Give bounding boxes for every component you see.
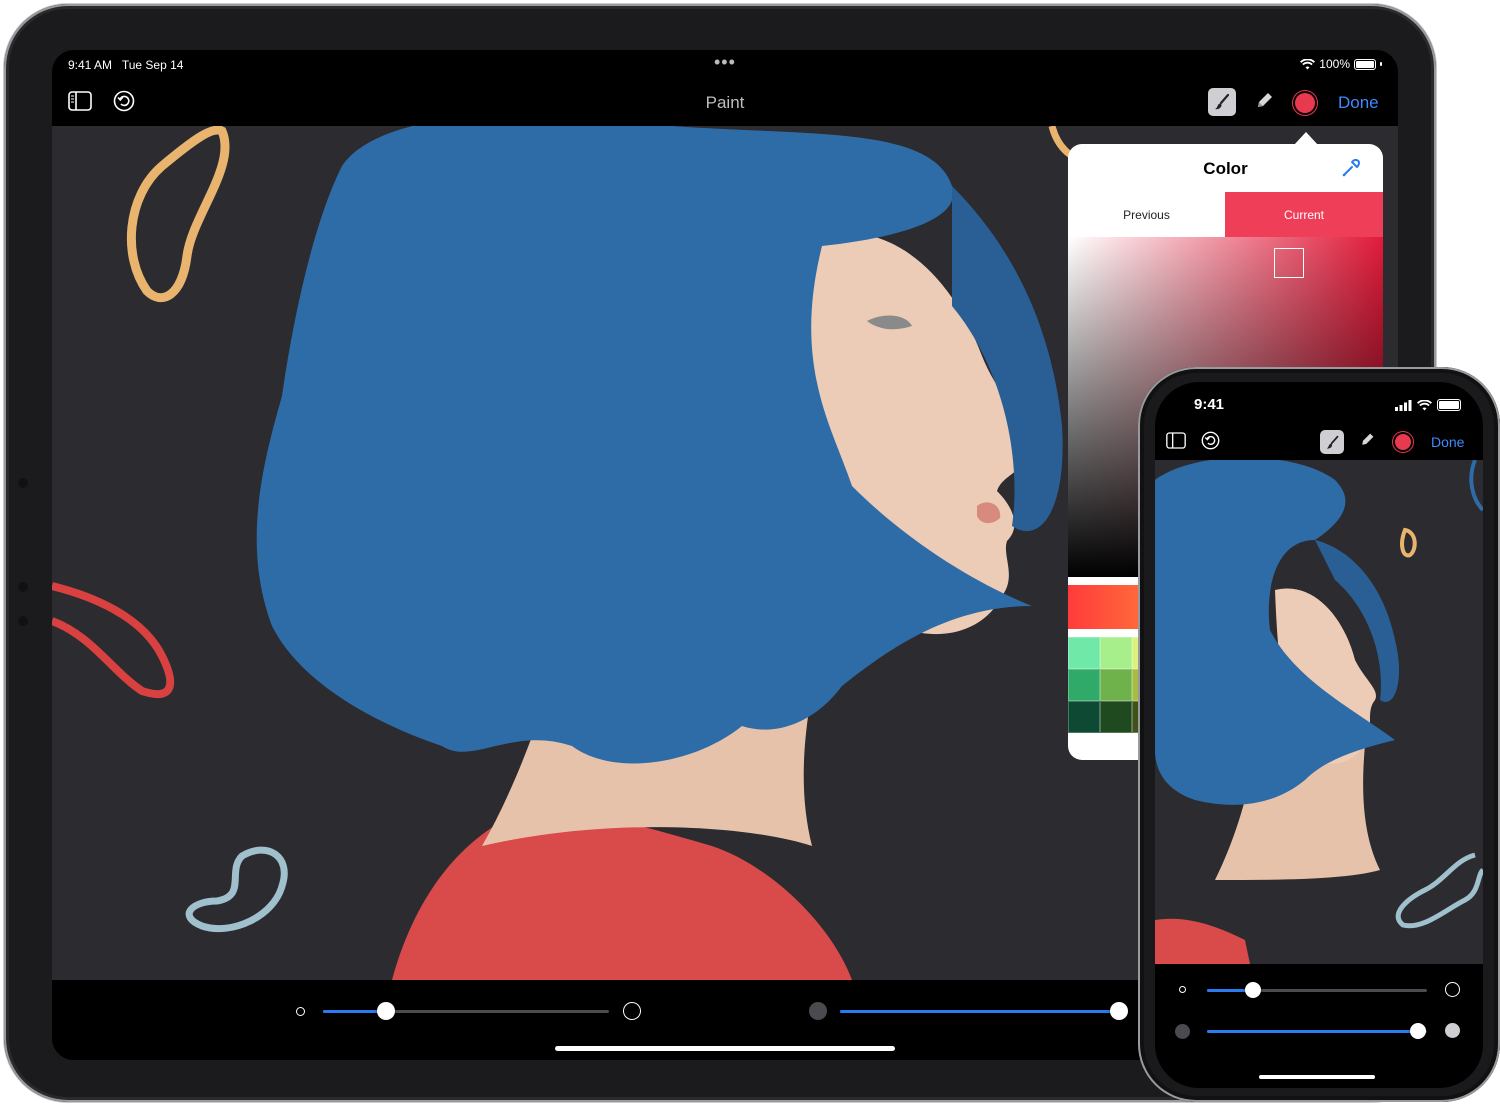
battery-percentage: 100% (1319, 57, 1350, 71)
color-swatch[interactable] (1100, 701, 1132, 733)
done-button[interactable]: Done (1431, 434, 1464, 450)
done-button[interactable]: Done (1338, 93, 1379, 113)
opacity-thumb[interactable] (1110, 1002, 1129, 1020)
spectrum-picker[interactable] (1274, 248, 1304, 278)
wifi-icon (1417, 399, 1432, 410)
low-opacity-icon (809, 1002, 827, 1020)
brush-size-thumb[interactable] (376, 1002, 395, 1020)
iphone-status-time: 9:41 (1194, 396, 1225, 413)
sidebar-icon[interactable] (1166, 432, 1186, 449)
opacity-thumb[interactable] (1410, 1023, 1427, 1039)
color-swatch-icon[interactable] (1395, 434, 1411, 450)
page-title: Paint (705, 93, 745, 112)
opacity-fill (1207, 1030, 1419, 1033)
color-swatch[interactable] (1100, 669, 1132, 701)
large-brush-size-icon (1445, 982, 1460, 997)
ipad-side-button (18, 582, 28, 592)
opacity-fill (840, 1010, 1120, 1013)
large-brush-size-icon (623, 1002, 641, 1020)
brush-tool-icon[interactable] (1208, 88, 1236, 116)
battery-icon (1354, 58, 1376, 70)
status-date-text: Tue Sep 14 (121, 58, 184, 72)
color-swatch[interactable] (1068, 669, 1100, 701)
cellular-icon (1395, 399, 1412, 411)
tab-current[interactable]: Current (1225, 192, 1383, 237)
status-right: 100% (1300, 57, 1382, 71)
color-swatch[interactable] (1100, 637, 1132, 669)
ipad-side-button (18, 616, 28, 626)
iphone-notch (1244, 382, 1396, 412)
color-swatch[interactable] (1068, 637, 1100, 669)
iphone-bottom-bar (1155, 964, 1483, 1088)
ipad-toolbar: Paint Done (52, 80, 1398, 126)
brush-size-slider[interactable] (1207, 982, 1427, 998)
undo-icon[interactable] (1201, 431, 1220, 450)
low-opacity-icon (1175, 1024, 1190, 1039)
battery-icon (1437, 399, 1461, 411)
status-time: 9:41 AM Tue Sep 14 (68, 58, 183, 72)
small-brush-size-icon (1179, 986, 1186, 993)
brush-size-thumb[interactable] (1245, 982, 1262, 998)
tab-previous[interactable]: Previous (1068, 192, 1225, 237)
small-brush-size-icon (296, 1007, 305, 1016)
opacity-slider[interactable] (840, 1002, 1129, 1020)
color-swatch-icon[interactable] (1295, 93, 1315, 113)
home-indicator[interactable] (555, 1046, 895, 1051)
artwork-illustration (1155, 460, 1483, 964)
iphone-screen: 9:41 Done (1155, 382, 1483, 1088)
iphone-status-right (1395, 399, 1461, 411)
brush-size-slider[interactable] (323, 1002, 609, 1020)
eyedropper-icon[interactable] (1341, 158, 1361, 183)
popover-title: Color (1203, 159, 1248, 178)
color-swatch[interactable] (1068, 701, 1100, 733)
status-time-text: 9:41 AM (68, 58, 113, 72)
opacity-slider[interactable] (1207, 1023, 1427, 1039)
home-indicator[interactable] (1259, 1075, 1375, 1079)
pencil-tool-icon[interactable] (1359, 432, 1375, 448)
pencil-tool-icon[interactable] (1254, 91, 1274, 111)
high-opacity-icon (1445, 1023, 1460, 1038)
battery-nub (1380, 62, 1382, 66)
iphone-toolbar: Done (1155, 427, 1483, 460)
iphone-drawing-canvas[interactable] (1155, 460, 1483, 964)
ipad-side-button (18, 478, 28, 488)
status-bar: 9:41 AM Tue Sep 14 ••• 100% (52, 50, 1398, 80)
iphone-device: 9:41 Done (1138, 367, 1500, 1102)
wifi-icon (1300, 58, 1316, 69)
brush-tool-icon[interactable] (1320, 430, 1344, 454)
multitasking-handle[interactable]: ••• (714, 52, 736, 73)
